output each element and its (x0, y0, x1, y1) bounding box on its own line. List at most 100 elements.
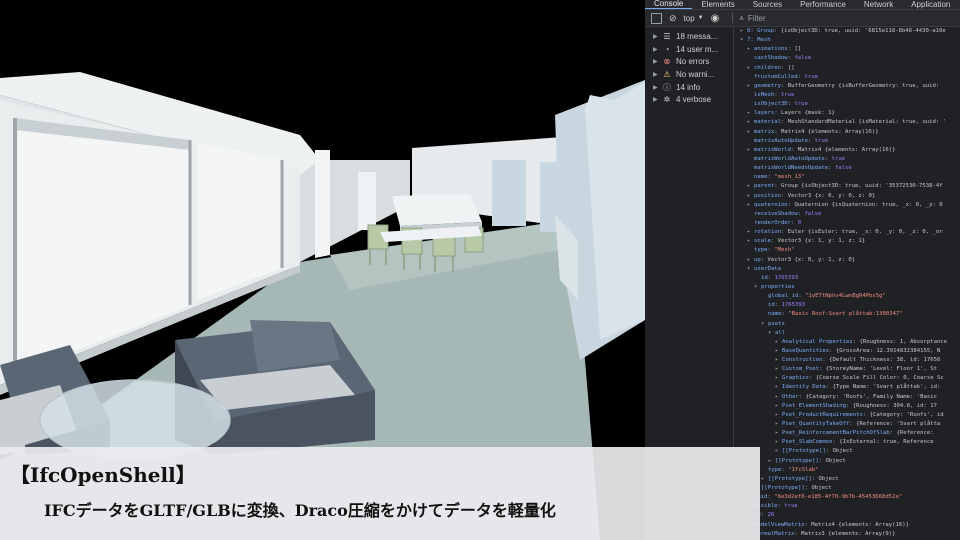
console-log-line[interactable]: ▸ Identity Data: {Type Name: 'Svart plått… (738, 383, 960, 392)
log-value: {Reference: (896, 430, 934, 437)
log-value: MeshStandardMaterial {isMaterial: true, … (787, 119, 946, 126)
console-log-line[interactable]: ▸normalMatrix: Matrix3 {elements: Array(… (738, 530, 960, 539)
collapsed-arrow-icon: ▸ (775, 384, 779, 391)
console-log-line[interactable]: ▸ quaternion: Quaternion {isQuaternion: t… (738, 201, 960, 210)
console-log-line[interactable]: ▾ psets (738, 320, 960, 329)
log-key: isObject3D (754, 101, 788, 108)
log-value: "IfcSlab" (788, 466, 819, 473)
console-filter-3[interactable]: ▶ ⚠ No warni... (645, 68, 733, 81)
log-key: frustumCulled (754, 73, 798, 80)
console-log-line[interactable]: ▸ up: Vector3 {x: 0, y: 1, z: 0} (738, 256, 960, 265)
console-filter-0[interactable]: ▶ ☰ 18 messa... (645, 30, 733, 43)
log-key: id (761, 274, 768, 281)
console-log-line[interactable]: ▾ properties (738, 283, 960, 292)
console-log-line: isMesh: true (754, 91, 795, 98)
tab-elements[interactable]: Elements (692, 0, 743, 9)
log-key: quaternion (754, 201, 788, 208)
console-log-line[interactable]: ▸ Pset_ElementShading: {Roughness: 304.8,… (738, 402, 960, 411)
console-log-line[interactable]: ▾ all (738, 329, 960, 338)
console-log-line[interactable]: ▸ position: Vector3 {x: 0, y: 0, z: 0} (738, 192, 960, 201)
collapsed-arrow-icon: ▸ (775, 402, 779, 409)
log-value: "mesh_13" (774, 174, 805, 181)
collapsed-arrow-icon: ▸ (747, 256, 751, 263)
log-value: Object (825, 457, 846, 464)
log-value: {StoreyName: 'Level: Floor 1', St (825, 366, 937, 373)
console-filter-2[interactable]: ▶ ⊗ No errors (645, 55, 733, 68)
console-log-line[interactable]: ▸[[Prototype]]: Object (738, 475, 960, 484)
log-value: Object (818, 475, 839, 482)
console-log-line[interactable]: ▸[[Prototype]]: Object (738, 484, 960, 493)
log-key: isMesh (754, 91, 775, 98)
console-log-line[interactable]: ▸ Analytical Properties: {Roughness: 1, A… (738, 338, 960, 347)
chevron-down-icon: ▼ (697, 15, 704, 21)
console-log-line[interactable]: ▸ Pset_SlabCommon: {IsExternal: true, Ref… (738, 438, 960, 447)
console-log-line[interactable]: ▸ children: [] (738, 64, 960, 73)
console-log-line: id: 1765393 (761, 274, 799, 281)
info-icon: ⓘ (663, 82, 671, 92)
log-value: Vector3 {x: 1, y: 1, z: 1} (777, 238, 866, 245)
tab-console[interactable]: Console (645, 0, 693, 9)
console-log-line[interactable]: ▸[[Prototype]]: Object (738, 457, 960, 466)
filter-input[interactable]: ⩚ Filter (732, 13, 766, 23)
console-filter-label: No warni... (676, 69, 715, 79)
log-value: true (814, 137, 829, 144)
tab-performance[interactable]: Performance (791, 0, 855, 9)
log-key: [[Prototype]] (782, 448, 826, 455)
console-log-line[interactable]: ▸ matrixWorld: Matrix4 {elements: Array(1… (738, 146, 960, 155)
console-log-line[interactable]: ▸ parent: Group {isObject3D: true, uuid: … (738, 182, 960, 191)
user-icon: ◔ (664, 44, 670, 54)
context-selector[interactable]: top ▼ (684, 14, 704, 23)
collapsed-arrow-icon: ▸ (761, 475, 765, 482)
tab-application[interactable]: Application (902, 0, 959, 9)
log-value: Matrix4 {elements: Array(16)} (780, 128, 879, 135)
log-value: BufferGeometry {isBufferGeometry: true, … (787, 82, 940, 89)
console-log-line[interactable]: ▸ Other: {Category: 'Roofs', Family Name:… (738, 393, 960, 402)
collapsed-arrow-icon: ▸ (747, 64, 751, 71)
tab-sources[interactable]: Sources (744, 0, 791, 9)
collapsed-arrow-icon: ▸ (747, 110, 751, 117)
console-log-line[interactable]: ▸ Graphics: {Coarse Scale Fill Color: 0, … (738, 374, 960, 383)
console-log-line[interactable]: ▸ animations: [] (738, 45, 960, 54)
log-key: matrixAutoUpdate (754, 137, 808, 144)
console-log-line[interactable]: ▸ Construction: {Default Thickness: 38, i… (738, 356, 960, 365)
console-log-line[interactable]: ▸ Custom_Pset: {StoreyName: 'Level: Floor… (738, 365, 960, 374)
log-key: name (754, 174, 768, 181)
console-log-line[interactable]: ▸[[Prototype]]: Object (738, 447, 960, 456)
log-value: {Type Name: 'Svart plåttak', id: (832, 384, 941, 391)
console-log-line[interactable]: ▸ material: MeshStandardMaterial {isMater… (738, 118, 960, 127)
log-key: animations (754, 46, 788, 53)
expanded-arrow-icon: ▾ (740, 37, 744, 44)
console-log-line[interactable]: ▾ 7: Mesh (738, 36, 960, 45)
log-value: true (794, 101, 808, 108)
log-value: {Default Thickness: 38, id: 17656 (829, 357, 941, 364)
log-key: properties (761, 283, 795, 290)
console-log-line[interactable]: ▸ BaseQuantities: {GrossArea: 12.39148323… (738, 347, 960, 356)
log-value: {Reference: 'Svart plåtta (856, 421, 941, 428)
console-log-line[interactable]: ▸ layers: Layers {mask: 1} (738, 109, 960, 118)
clear-console-icon[interactable]: ⊘ (669, 13, 677, 24)
console-log-line[interactable]: ▸ Pset_ReinforcementBarPitchOfSlab: {Refe… (738, 429, 960, 438)
collapsed-arrow-icon: ▸ (775, 421, 779, 428)
console-log-line[interactable]: ▸ scale: Vector3 {x: 1, y: 1, z: 1} (738, 237, 960, 246)
log-key: Graphics (782, 375, 809, 382)
console-log-line[interactable]: ▸ Pset_QuantityTakeOff: {Reference: 'Svar… (738, 420, 960, 429)
sidebar-toggle-icon[interactable] (651, 12, 662, 24)
console-filter-4[interactable]: ▶ ⓘ 14 info (645, 81, 733, 94)
tab-network[interactable]: Network (855, 0, 902, 9)
console-log-line[interactable]: ▾ userData (738, 265, 960, 274)
log-key: all (775, 329, 786, 336)
log-value: false (834, 165, 852, 172)
eye-icon[interactable]: ◉ (711, 13, 720, 24)
console-filter-1[interactable]: ▶ ◔ 14 user m... (645, 43, 733, 56)
console-log-line[interactable]: ▸ geometry: BufferGeometry {isBufferGeome… (738, 82, 960, 91)
collapsed-arrow-icon: ▸ (775, 411, 779, 418)
log-key: Pset_SlabCommon (782, 439, 833, 446)
console-log-line[interactable]: ▸ matrix: Matrix4 {elements: Array(16)} (738, 128, 960, 137)
console-filter-5[interactable]: ▶ ✲ 4 verbose (645, 93, 733, 106)
console-log-line[interactable]: ▸ 8: Group: {isObject3D: true, uuid: '681… (738, 27, 960, 36)
log-key: matrixWorldAutoUpdate (754, 155, 825, 162)
console-log-line[interactable]: ▸ Pset_ProductRequirements: {Category: 'R… (738, 411, 960, 420)
console-log-line[interactable]: ▸ rotation: Euler {isEuler: true, _x: 0, … (738, 228, 960, 237)
console-log-line[interactable]: ▸modelViewMatrix: Matrix4 {elements: Arr… (738, 521, 960, 530)
expand-arrow-icon: ▶ (653, 84, 658, 91)
